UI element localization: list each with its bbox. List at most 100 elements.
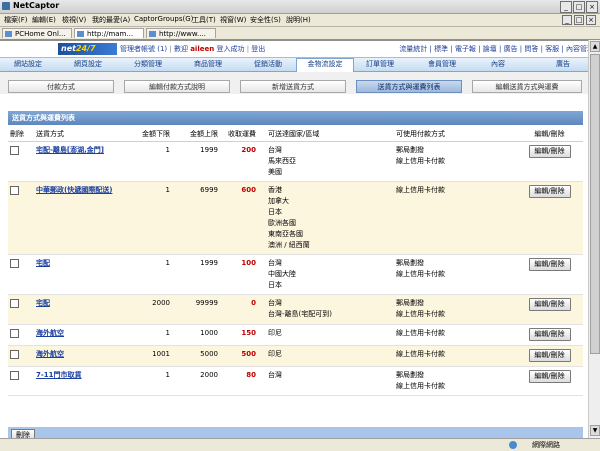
maximize-button[interactable]: □ <box>573 1 585 13</box>
edit-delete-button[interactable]: 編輯/刪除 <box>528 328 571 341</box>
col-header-fee: 收取運費 <box>220 127 258 142</box>
main-navigation: 網站設定 網頁設定 分類管理 商品管理 促銷活動 金物流設定 訂單管理 會員管理… <box>0 57 600 72</box>
edit-delete-button[interactable]: 編輯/刪除 <box>528 258 571 271</box>
edit-delete-button[interactable]: 編輯/刪除 <box>528 185 571 198</box>
edit-delete-button[interactable]: 編輯/刪除 <box>528 370 571 383</box>
tab-close-button[interactable]: × <box>586 15 596 25</box>
delete-checkbox[interactable] <box>10 146 19 155</box>
shipping-method-link[interactable]: 7-11門市取貨 <box>36 371 82 379</box>
link-service[interactable]: 客服 <box>545 45 559 53</box>
minimize-button[interactable]: _ <box>560 1 572 13</box>
menu-favorites[interactable]: 我的最愛(A) <box>92 15 130 25</box>
col-header-regions: 可送達國家/區域 <box>258 127 394 142</box>
nav-content[interactable]: 內容 <box>480 59 516 70</box>
delete-checkbox[interactable] <box>10 350 19 359</box>
delete-checkbox[interactable] <box>10 259 19 268</box>
payment-methods: 線上信用卡付款 <box>394 181 516 255</box>
amount-min: 1 <box>130 324 172 346</box>
col-header-min: 金額下限 <box>130 127 172 142</box>
top-links: 流量統計 | 標準 | 電子報 | 論壇 | 廣告 | 問答 | 客服 | 內容… <box>399 45 594 53</box>
delete-checkbox[interactable] <box>10 186 19 195</box>
shipping-method-link[interactable]: 海外航空 <box>36 350 64 358</box>
amount-max: 99999 <box>172 294 220 325</box>
nav-product-mgmt[interactable]: 商品管理 <box>184 59 232 70</box>
shipping-fee: 600 <box>241 186 256 194</box>
link-newsletter[interactable]: 電子報 <box>455 45 476 53</box>
menu-captorgroups[interactable]: CaptorGroups(G) <box>134 15 193 23</box>
close-button[interactable]: × <box>586 1 598 13</box>
shipping-fee: 0 <box>251 299 256 307</box>
page-icon <box>5 31 12 37</box>
menu-bar: 檔案(F) 編輯(E) 檢視(V) 我的最愛(A) CaptorGroups(G… <box>0 14 600 27</box>
link-standard[interactable]: 標準 <box>434 45 448 53</box>
page-content: net24/7 管理者帳號 (1) | 數迎 aileen 登入成功 | 登出 … <box>0 40 600 442</box>
menu-window[interactable]: 視窗(W) <box>220 15 246 25</box>
amount-max: 1000 <box>172 324 220 346</box>
browser-tab-mam[interactable]: http://mam... <box>74 28 144 38</box>
admin-info: 管理者帳號 (1) | 數迎 aileen 登入成功 | 登出 <box>120 45 266 53</box>
table-row: 7-11門市取貨 1 2000 80 台灣 郵局劃撥 線上信用卡付款 編輯/刪除 <box>8 366 583 396</box>
app-icon <box>2 2 10 10</box>
link-ads[interactable]: 廣告 <box>504 45 518 53</box>
delete-checkbox[interactable] <box>10 329 19 338</box>
nav-payment-shipping[interactable]: 金物流設定 <box>296 58 354 72</box>
nav-member-mgmt[interactable]: 會員管理 <box>418 59 466 70</box>
subtab-payment-methods[interactable]: 付款方式 <box>8 80 114 93</box>
link-traffic[interactable]: 流量統計 <box>399 45 427 53</box>
col-header-method: 送貨方式 <box>34 127 130 142</box>
scroll-up-arrow-icon[interactable]: ▲ <box>590 41 600 52</box>
nav-site-settings[interactable]: 網站設定 <box>4 59 52 70</box>
tab-restore-button[interactable]: □ <box>574 15 584 25</box>
nav-page-settings[interactable]: 網頁設定 <box>64 59 112 70</box>
amount-min: 1 <box>130 366 172 396</box>
payment-methods: 郵局劃撥 線上信用卡付款 <box>394 294 516 325</box>
window-title-bar: NetCaptor <box>0 0 600 14</box>
link-qa[interactable]: 問答 <box>524 45 538 53</box>
col-header-edit: 編輯/刪除 <box>516 127 583 142</box>
menu-security[interactable]: 安全性(S) <box>250 15 281 25</box>
edit-delete-button[interactable]: 編輯/刪除 <box>528 298 571 311</box>
table-row: 宅配 2000 99999 0 台灣 台灣-離島(宅配可到) 郵局劃撥 線上信用… <box>8 294 583 325</box>
nav-order-mgmt[interactable]: 訂單管理 <box>356 59 404 70</box>
page-icon <box>149 31 156 37</box>
menu-view[interactable]: 檢視(V) <box>62 15 86 25</box>
menu-help[interactable]: 說明(H) <box>286 15 311 25</box>
delete-checkbox[interactable] <box>10 299 19 308</box>
security-zone-text: 網際網路 <box>532 441 560 449</box>
browser-tab-pchome[interactable]: PCHome Onl... <box>2 28 72 38</box>
nav-promotions[interactable]: 促銷活動 <box>244 59 292 70</box>
amount-min: 1 <box>130 254 172 295</box>
subtab-shipping-list[interactable]: 送貨方式與運費列表 <box>356 80 462 93</box>
regions: 台灣 <box>258 366 394 396</box>
regions: 印尼 <box>258 345 394 367</box>
site-logo[interactable]: net24/7 <box>58 43 117 55</box>
subtab-add-shipping[interactable]: 新增送貨方式 <box>240 80 346 93</box>
scrollbar-thumb[interactable] <box>590 54 600 354</box>
browser-tab-www[interactable]: http://www.... <box>146 28 216 38</box>
nav-ads[interactable]: 廣告 <box>548 59 578 70</box>
vertical-scrollbar[interactable]: ▲ ▼ <box>588 40 600 438</box>
delete-checkbox[interactable] <box>10 371 19 380</box>
shipping-method-link[interactable]: 宅配 <box>36 299 50 307</box>
shipping-method-link[interactable]: 宅配 <box>36 259 50 267</box>
amount-min: 1 <box>130 141 172 182</box>
edit-delete-button[interactable]: 編輯/刪除 <box>528 349 571 362</box>
amount-max: 6999 <box>172 181 220 255</box>
tab-minimize-button[interactable]: _ <box>562 15 572 25</box>
edit-delete-button[interactable]: 編輯/刪除 <box>528 145 571 158</box>
shipping-method-link[interactable]: 宅配-離島[澎湖,金門] <box>36 146 104 154</box>
shipping-method-link[interactable]: 中華郵政(快遞國際配送) <box>36 186 112 194</box>
logout-link[interactable]: 登出 <box>251 45 265 53</box>
scroll-down-arrow-icon[interactable]: ▼ <box>590 425 600 436</box>
page-icon <box>77 31 84 37</box>
link-forum[interactable]: 論壇 <box>483 45 497 53</box>
shipping-method-link[interactable]: 海外航空 <box>36 329 64 337</box>
menu-file[interactable]: 檔案(F) <box>4 15 28 25</box>
subtab-edit-payment-desc[interactable]: 編輯付款方式說明 <box>124 80 230 93</box>
subtab-edit-shipping[interactable]: 編輯送貨方式與運費 <box>472 80 582 93</box>
nav-category-mgmt[interactable]: 分類管理 <box>124 59 172 70</box>
menu-tools[interactable]: 工具(T) <box>192 15 216 25</box>
admin-account-link[interactable]: 管理者帳號 (1) <box>120 45 167 53</box>
amount-min: 2000 <box>130 294 172 325</box>
menu-edit[interactable]: 編輯(E) <box>32 15 56 25</box>
